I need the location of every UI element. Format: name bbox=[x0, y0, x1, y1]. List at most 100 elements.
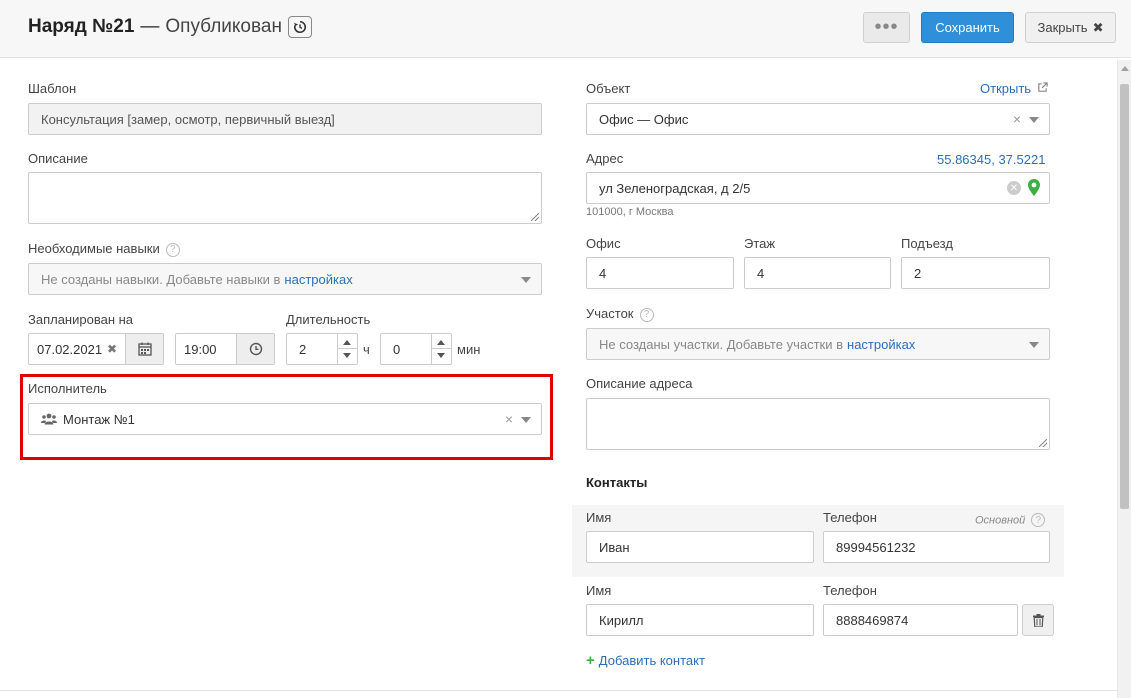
hours-stepper[interactable]: 2 bbox=[286, 333, 358, 365]
contact-phone-label: Телефон bbox=[823, 510, 877, 525]
calendar-icon bbox=[137, 342, 152, 356]
entrance-input[interactable]: 2 bbox=[901, 257, 1050, 289]
floor-input[interactable]: 4 bbox=[744, 257, 891, 289]
clear-date-icon[interactable]: ✖ bbox=[107, 342, 117, 356]
entrance-label: Подъезд bbox=[901, 236, 953, 251]
office-input[interactable]: 4 bbox=[586, 257, 734, 289]
help-icon[interactable]: ? bbox=[639, 307, 654, 322]
floor-label: Этаж bbox=[744, 236, 776, 251]
skills-label-text: Необходимые навыки bbox=[28, 241, 160, 256]
page-title: Наряд №21 — Опубликован bbox=[28, 16, 312, 38]
district-placeholder: Не созданы участки. Добавьте участки в bbox=[599, 336, 844, 352]
contact-name-input[interactable]: Иван bbox=[586, 531, 814, 563]
help-icon[interactable]: ? bbox=[165, 242, 180, 257]
skills-settings-link[interactable]: настройках bbox=[284, 272, 352, 287]
title-separator: — bbox=[140, 16, 160, 37]
minutes-stepper[interactable]: 0 bbox=[380, 333, 452, 365]
date-input[interactable]: 07.02.2021 ✖ bbox=[28, 333, 164, 365]
address-postal: 101000, г Москва bbox=[586, 206, 674, 218]
help-icon[interactable]: ? bbox=[1031, 513, 1046, 527]
history-button[interactable] bbox=[287, 16, 312, 38]
chevron-down-icon bbox=[1029, 342, 1039, 348]
primary-contact-label: Основной bbox=[975, 514, 1026, 527]
contact-phone-input[interactable]: 89994561232 bbox=[823, 531, 1050, 563]
district-label: Участок? bbox=[586, 306, 654, 322]
contact-phone-value: 8888469874 bbox=[836, 612, 909, 628]
object-open-link[interactable]: Открыть bbox=[980, 81, 1048, 96]
clear-icon[interactable]: × bbox=[505, 411, 513, 427]
address-description-label: Описание адреса bbox=[586, 376, 693, 391]
contact-phone-label: Телефон bbox=[823, 583, 877, 598]
entrance-value: 2 bbox=[914, 265, 922, 281]
description-textarea[interactable] bbox=[28, 172, 542, 224]
executor-label: Исполнитель bbox=[28, 381, 107, 396]
add-contact-link[interactable]: + Добавить контакт bbox=[586, 652, 705, 669]
calendar-button[interactable] bbox=[125, 334, 163, 364]
hours-value: 2 bbox=[299, 342, 307, 357]
primary-contact-tag: Основной? bbox=[975, 513, 1046, 527]
contact-phone-value: 89994561232 bbox=[836, 539, 916, 555]
footer-divider bbox=[0, 690, 1117, 691]
clear-address-icon[interactable]: ✕ bbox=[1007, 181, 1021, 195]
clock-icon bbox=[249, 342, 262, 356]
chevron-down-icon[interactable] bbox=[521, 417, 531, 423]
arrow-up-icon[interactable] bbox=[343, 340, 351, 345]
external-link-icon bbox=[1037, 82, 1048, 92]
close-icon: ✖ bbox=[1092, 19, 1104, 35]
address-value: ул Зеленоградская, д 2/5 bbox=[599, 180, 751, 196]
district-select[interactable]: Не созданы участки. Добавьте участки в н… bbox=[586, 328, 1050, 360]
resize-handle-icon[interactable] bbox=[531, 213, 539, 221]
floor-value: 4 bbox=[757, 265, 765, 281]
contact-phone-input[interactable]: 8888469874 bbox=[823, 604, 1018, 636]
executor-select[interactable]: Монтаж №1 × bbox=[28, 403, 542, 435]
add-contact-label: Добавить контакт bbox=[598, 653, 705, 668]
clock-button[interactable] bbox=[236, 334, 274, 364]
stepper-divider bbox=[432, 348, 452, 349]
skills-select[interactable]: Не созданы навыки. Добавьте навыки в нас… bbox=[28, 263, 542, 295]
address-description-textarea[interactable] bbox=[586, 398, 1050, 450]
delete-contact-button[interactable] bbox=[1022, 604, 1054, 636]
order-status: Опубликован bbox=[165, 16, 282, 37]
close-button[interactable]: Закрыть ✖ bbox=[1025, 12, 1116, 43]
template-label: Шаблон bbox=[28, 81, 77, 96]
address-input[interactable]: ул Зеленоградская, д 2/5 ✕ bbox=[586, 172, 1050, 204]
scroll-up-arrow-icon[interactable] bbox=[1121, 66, 1129, 71]
arrow-up-icon[interactable] bbox=[437, 340, 445, 345]
minutes-value: 0 bbox=[393, 342, 401, 357]
description-label: Описание bbox=[28, 151, 88, 166]
duration-label: Длительность bbox=[286, 312, 371, 327]
arrow-down-icon[interactable] bbox=[343, 353, 351, 358]
object-open-link-label: Открыть bbox=[980, 81, 1032, 96]
contacts-title: Контакты bbox=[586, 475, 648, 490]
clear-icon[interactable]: × bbox=[1013, 111, 1021, 127]
district-label-text: Участок bbox=[586, 306, 634, 321]
hours-stepper-arrows[interactable] bbox=[337, 334, 358, 364]
scroll-thumb[interactable] bbox=[1120, 84, 1129, 509]
address-label: Адрес bbox=[586, 151, 624, 166]
resize-handle-icon[interactable] bbox=[1039, 439, 1047, 447]
save-button[interactable]: Сохранить bbox=[921, 12, 1014, 43]
skills-label: Необходимые навыки? bbox=[28, 241, 180, 257]
template-field: Консультация [замер, осмотр, первичный в… bbox=[28, 103, 542, 135]
chevron-down-icon[interactable] bbox=[1029, 117, 1039, 123]
order-number: Наряд №21 bbox=[28, 16, 135, 37]
hours-unit: ч bbox=[363, 342, 370, 357]
more-button[interactable]: ••• bbox=[863, 12, 910, 43]
object-value: Офис — Офис bbox=[599, 111, 689, 127]
contact-name-input[interactable]: Кирилл bbox=[586, 604, 814, 636]
arrow-down-icon[interactable] bbox=[437, 353, 445, 358]
minutes-stepper-arrows[interactable] bbox=[431, 334, 452, 364]
object-select[interactable]: Офис — Офис × bbox=[586, 103, 1050, 135]
time-input[interactable]: 19:00 bbox=[175, 333, 275, 365]
contact-name-value: Кирилл bbox=[599, 612, 644, 628]
scrollbar[interactable] bbox=[1117, 60, 1131, 698]
contact-name-value: Иван bbox=[599, 539, 630, 555]
close-button-label: Закрыть bbox=[1037, 20, 1088, 35]
coordinates-link[interactable]: 55.86345, 37.5221 bbox=[937, 152, 1045, 167]
planned-label: Запланирован на bbox=[28, 312, 134, 327]
map-pin-icon[interactable] bbox=[1028, 179, 1040, 196]
office-value: 4 bbox=[599, 265, 607, 281]
users-group-icon bbox=[41, 413, 57, 425]
trash-icon bbox=[1032, 613, 1044, 627]
district-settings-link[interactable]: настройках bbox=[847, 337, 915, 352]
